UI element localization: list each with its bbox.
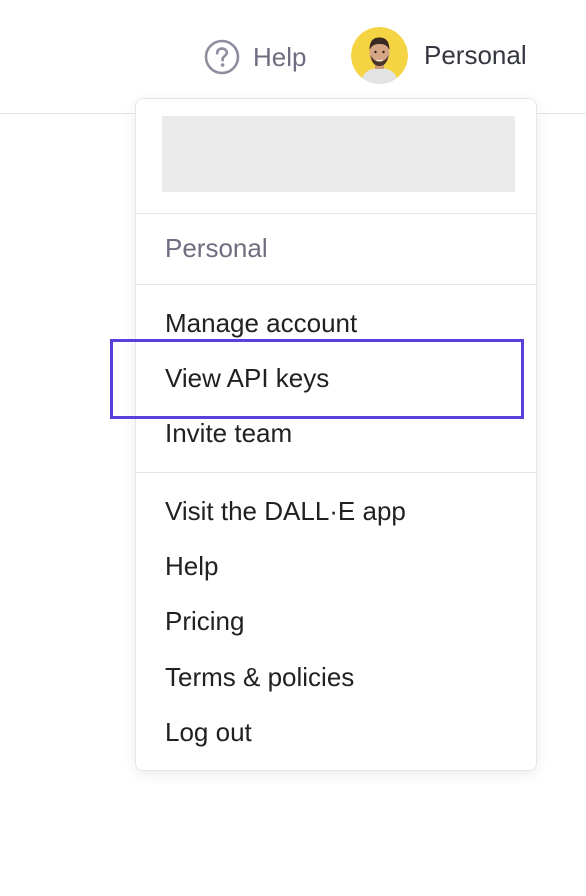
menu-divider bbox=[136, 472, 536, 473]
invite-team-menu-item[interactable]: Invite team bbox=[165, 417, 292, 449]
menu-divider bbox=[136, 284, 536, 285]
help-link[interactable]: Help bbox=[204, 38, 306, 76]
manage-account-menu-item[interactable]: Manage account bbox=[165, 307, 357, 339]
account-info-placeholder bbox=[162, 116, 515, 192]
top-navigation-bar: Help Personal bbox=[0, 0, 586, 114]
question-circle-icon bbox=[204, 39, 240, 75]
visit-dalle-app-menu-item[interactable]: Visit the DALL·E app bbox=[165, 495, 406, 527]
terms-policies-menu-item[interactable]: Terms & policies bbox=[165, 661, 354, 693]
log-out-menu-item[interactable]: Log out bbox=[165, 716, 252, 748]
account-dropdown-menu: Personal Manage account View API keys In… bbox=[135, 98, 537, 771]
account-menu-button[interactable]: Personal bbox=[351, 27, 527, 84]
view-api-keys-menu-item[interactable]: View API keys bbox=[165, 362, 329, 394]
help-menu-item[interactable]: Help bbox=[165, 550, 218, 582]
help-label: Help bbox=[253, 41, 307, 72]
organization-heading: Personal bbox=[165, 233, 268, 263]
menu-divider bbox=[136, 213, 536, 214]
avatar bbox=[351, 27, 408, 84]
account-label: Personal bbox=[424, 40, 527, 70]
pricing-menu-item[interactable]: Pricing bbox=[165, 605, 244, 637]
